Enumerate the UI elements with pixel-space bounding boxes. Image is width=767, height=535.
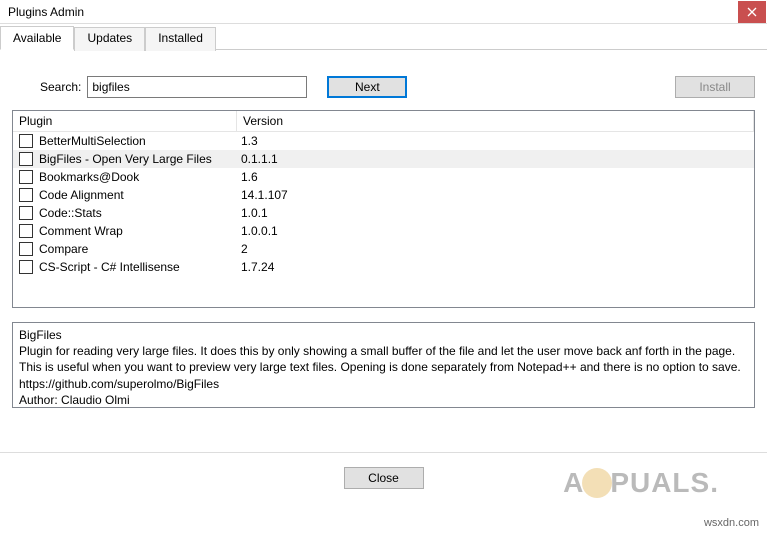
corner-credit: wsxdn.com	[704, 517, 759, 529]
tab-installed[interactable]: Installed	[145, 27, 216, 51]
plugin-name: Bookmarks@Dook	[39, 169, 237, 185]
plugin-checkbox[interactable]	[19, 188, 33, 202]
tab-content: Search: Next Install Plugin Version Bett…	[0, 50, 767, 418]
column-version[interactable]: Version	[237, 111, 754, 131]
titlebar: Plugins Admin	[0, 0, 767, 24]
search-input[interactable]	[87, 76, 307, 98]
plugin-checkbox[interactable]	[19, 152, 33, 166]
plugin-checkbox[interactable]	[19, 206, 33, 220]
window-close-button[interactable]	[738, 1, 766, 23]
close-icon	[747, 7, 757, 17]
plugin-version: 14.1.107	[237, 187, 292, 203]
table-row[interactable]: Comment Wrap1.0.0.1	[13, 222, 754, 240]
table-row[interactable]: BigFiles - Open Very Large Files0.1.1.1	[13, 150, 754, 168]
column-plugin[interactable]: Plugin	[13, 111, 237, 131]
plugin-detail[interactable]: BigFiles Plugin for reading very large f…	[12, 322, 755, 408]
list-header: Plugin Version	[13, 111, 754, 132]
close-button[interactable]: Close	[344, 467, 424, 489]
plugin-name: BetterMultiSelection	[39, 133, 237, 149]
table-row[interactable]: BetterMultiSelection1.3	[13, 132, 754, 150]
detail-url: https://github.com/superolmo/BigFiles	[19, 376, 748, 392]
detail-line: This is useful when you want to preview …	[19, 359, 748, 375]
detail-title: BigFiles	[19, 327, 748, 343]
plugin-name: BigFiles - Open Very Large Files	[39, 151, 237, 167]
next-button[interactable]: Next	[327, 76, 407, 98]
plugin-checkbox[interactable]	[19, 224, 33, 238]
plugin-checkbox[interactable]	[19, 242, 33, 256]
window-title: Plugins Admin	[8, 5, 84, 19]
table-row[interactable]: Code Alignment14.1.107	[13, 186, 754, 204]
watermark-logo: A PUALS.	[563, 467, 719, 499]
detail-line: Plugin for reading very large files. It …	[19, 343, 748, 359]
plugin-checkbox[interactable]	[19, 260, 33, 274]
plugin-version: 1.3	[237, 133, 262, 149]
plugin-name: Code::Stats	[39, 205, 237, 221]
table-row[interactable]: Code::Stats1.0.1	[13, 204, 754, 222]
tabs: Available Updates Installed	[0, 25, 767, 50]
watermark-text: A	[563, 467, 584, 499]
table-row[interactable]: Bookmarks@Dook1.6	[13, 168, 754, 186]
plugin-version: 0.1.1.1	[237, 151, 282, 167]
search-row: Search: Next Install	[12, 76, 755, 98]
plugin-checkbox[interactable]	[19, 134, 33, 148]
plugin-version: 1.0.0.1	[237, 223, 282, 239]
plugin-name: Code Alignment	[39, 187, 237, 203]
plugin-name: Compare	[39, 241, 237, 257]
plugin-version: 1.0.1	[237, 205, 272, 221]
install-button[interactable]: Install	[675, 76, 755, 98]
detail-author: Author: Claudio Olmi	[19, 392, 748, 408]
plugin-version: 2	[237, 241, 252, 257]
plugin-name: Comment Wrap	[39, 223, 237, 239]
plugin-version: 1.7.24	[237, 259, 278, 275]
search-label: Search:	[40, 80, 81, 94]
table-row[interactable]: CS-Script - C# Intellisense1.7.24	[13, 258, 754, 276]
plugin-name: CS-Script - C# Intellisense	[39, 259, 237, 275]
plugin-version: 1.6	[237, 169, 262, 185]
tab-updates[interactable]: Updates	[74, 27, 145, 51]
table-row[interactable]: Compare2	[13, 240, 754, 258]
tab-available[interactable]: Available	[0, 26, 74, 50]
mascot-icon	[582, 468, 612, 498]
plugin-checkbox[interactable]	[19, 170, 33, 184]
plugin-list[interactable]: Plugin Version BetterMultiSelection1.3Bi…	[12, 110, 755, 308]
watermark-text: PUALS.	[610, 467, 719, 499]
